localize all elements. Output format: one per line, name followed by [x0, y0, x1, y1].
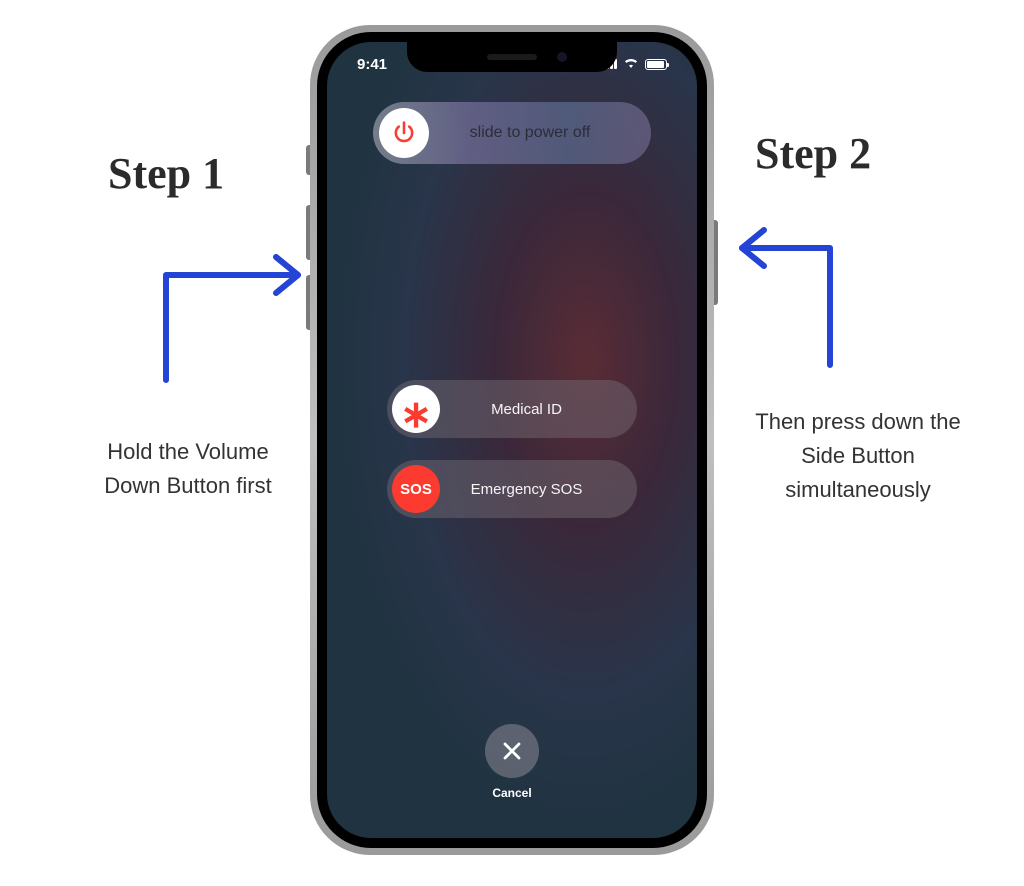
power-icon	[379, 108, 429, 158]
medical-id-slider[interactable]: ∗ Medical ID	[387, 380, 637, 438]
medical-asterisk-icon: ∗	[392, 385, 440, 433]
side-button	[714, 220, 718, 305]
wifi-icon	[623, 57, 639, 72]
cancel-label: Cancel	[492, 786, 531, 800]
battery-icon	[645, 59, 667, 70]
volume-up-button	[306, 205, 310, 260]
speaker-grille	[487, 54, 537, 60]
iphone-mockup: 9:41	[310, 25, 714, 855]
cancel-button[interactable]	[485, 724, 539, 778]
step-1-arrow	[148, 225, 318, 385]
emergency-sos-slider[interactable]: SOS Emergency SOS	[387, 460, 637, 518]
step-1-caption: Hold the Volume Down Button first	[88, 435, 288, 503]
mute-switch	[306, 145, 310, 175]
front-camera	[557, 52, 567, 62]
medical-id-label: Medical ID	[440, 401, 637, 418]
step-2-arrow	[720, 200, 850, 370]
emergency-sos-label: Emergency SOS	[440, 481, 637, 498]
power-off-slider[interactable]: slide to power off	[373, 102, 651, 164]
sos-badge: SOS	[392, 465, 440, 513]
step-2-caption: Then press down the Side Button simultan…	[748, 405, 968, 507]
volume-down-button	[306, 275, 310, 330]
power-off-label: slide to power off	[429, 124, 651, 142]
status-time: 9:41	[357, 56, 387, 73]
phone-screen: 9:41	[327, 42, 697, 838]
step-2-title: Step 2	[755, 128, 871, 179]
notch	[407, 42, 617, 72]
step-1-title: Step 1	[108, 148, 224, 199]
